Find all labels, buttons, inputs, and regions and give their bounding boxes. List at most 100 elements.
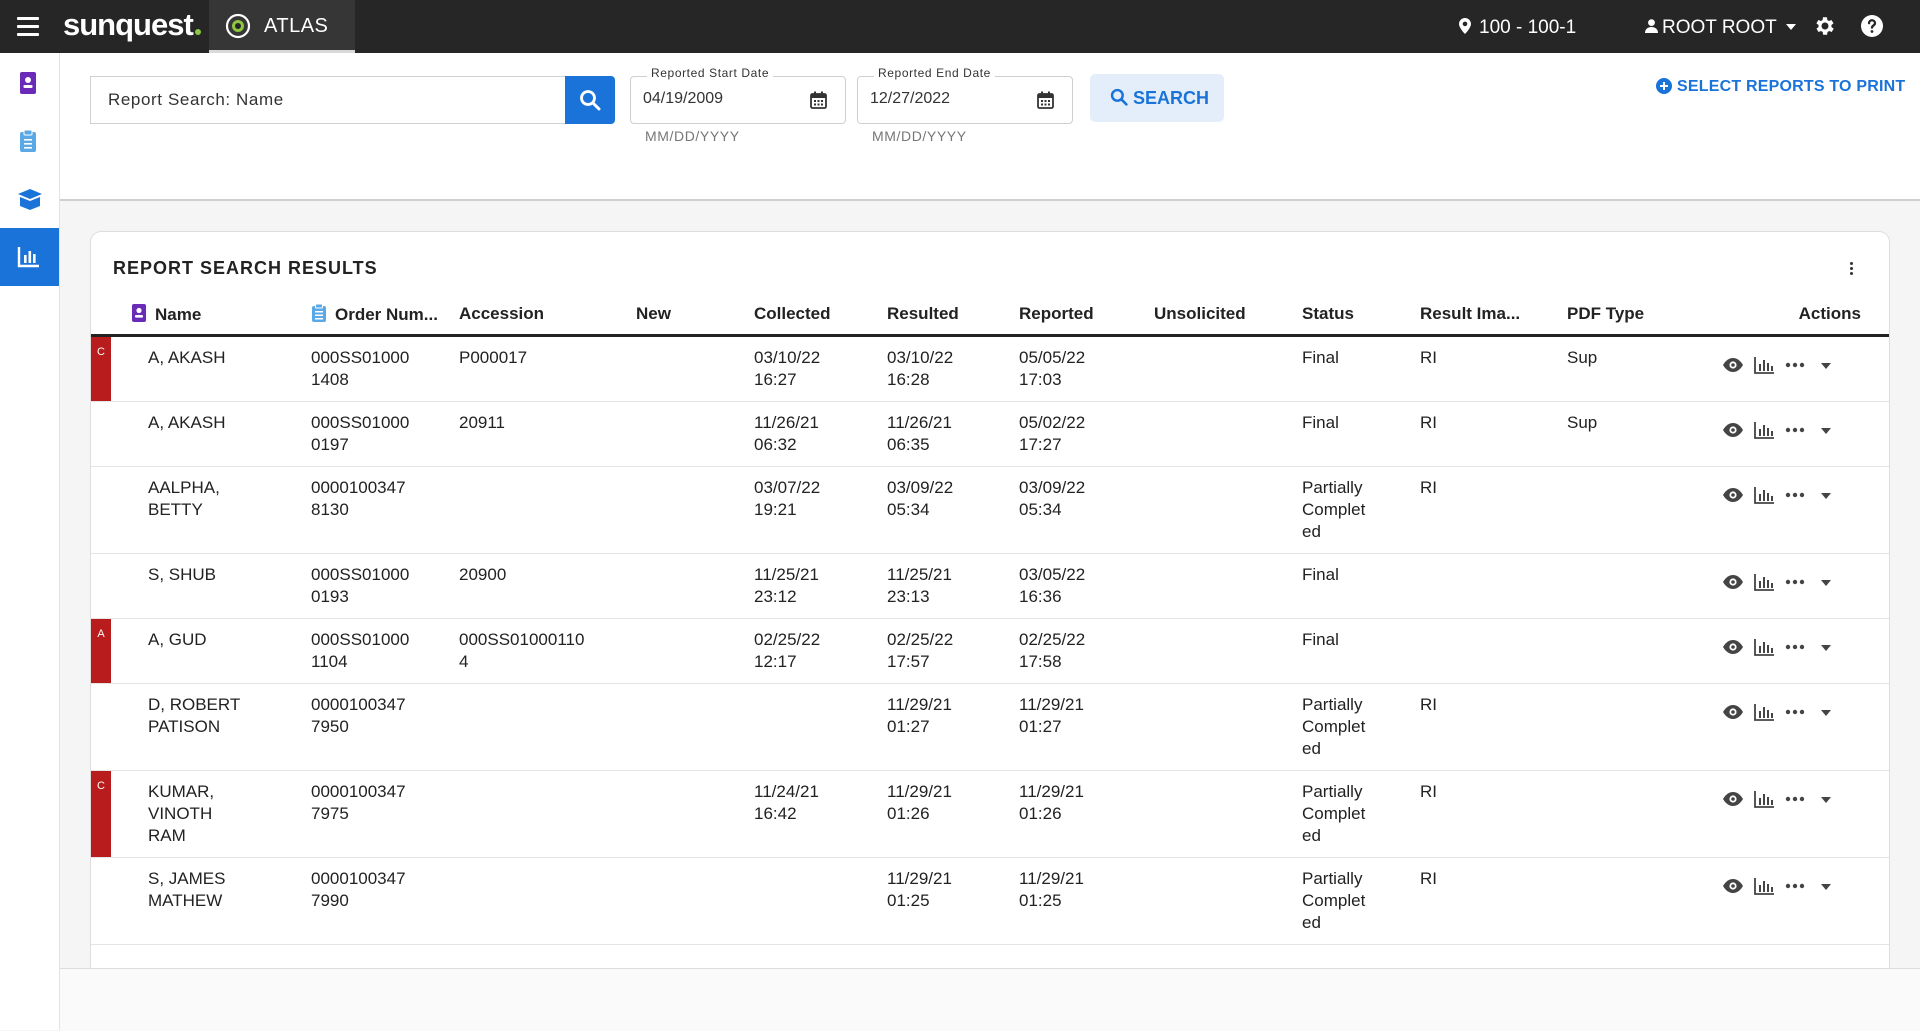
search-button[interactable]: SEARCH (1090, 74, 1224, 122)
patient-name-cell: S, JAMES MATHEW (111, 857, 311, 945)
nav-specimens[interactable] (0, 170, 59, 228)
caret-down-icon[interactable] (1815, 486, 1837, 504)
result-image-cell: RI (1420, 683, 1567, 771)
table-row[interactable]: A, AKASH 000SS01000 0197 20911 11/26/21 06:… (91, 401, 1889, 467)
bar-chart-icon[interactable] (1753, 877, 1775, 895)
row-actions-cell (1704, 683, 1889, 771)
column-header-pdf-type[interactable]: PDF Type (1567, 294, 1704, 337)
accession-cell: 20911 (459, 401, 636, 467)
eye-icon[interactable] (1722, 877, 1744, 895)
caret-down-icon[interactable] (1815, 421, 1837, 439)
bar-chart-icon[interactable] (1753, 638, 1775, 656)
location-label: 100 - 100-1 (1479, 17, 1577, 38)
start-date-input[interactable] (641, 89, 795, 109)
caret-down-icon[interactable] (1815, 877, 1837, 895)
table-row[interactable]: S, SHUB 000SS01000 0193 20900 11/25/21 23:1… (91, 553, 1889, 619)
eye-icon[interactable] (1722, 573, 1744, 591)
more-horizontal-icon[interactable] (1784, 486, 1806, 504)
tab-atlas[interactable]: ATLAS (209, 0, 355, 53)
more-horizontal-icon[interactable] (1784, 421, 1806, 439)
column-header-label: Name (155, 305, 202, 324)
column-header-collected[interactable]: Collected (754, 294, 887, 337)
nav-orders[interactable] (0, 112, 59, 170)
user-menu[interactable]: ROOT ROOT (1645, 17, 1796, 39)
more-vertical-icon[interactable] (1847, 260, 1855, 280)
eye-icon[interactable] (1722, 703, 1744, 721)
column-header-accession[interactable]: Accession (459, 294, 636, 337)
more-horizontal-icon[interactable] (1784, 356, 1806, 374)
gear-icon[interactable] (1812, 14, 1836, 38)
caret-down-icon[interactable] (1815, 356, 1837, 374)
resulted-cell: 11/29/21 01:27 (887, 683, 1019, 771)
column-header-reported[interactable]: Reported (1019, 294, 1154, 337)
caret-down-icon[interactable] (1815, 790, 1837, 808)
bar-chart-icon[interactable] (1753, 486, 1775, 504)
reports-chart-icon (17, 247, 39, 268)
eye-icon[interactable] (1722, 638, 1744, 656)
location-selector[interactable]: 100 - 100-1 (1459, 17, 1576, 39)
patient-name-cell: A, AKASH (111, 401, 311, 467)
calendar-icon[interactable] (810, 91, 827, 109)
row-flag-badge: C (91, 337, 111, 401)
search-submit-button[interactable] (565, 76, 615, 124)
table-row[interactable]: AALPHA, BETTY 0000100347 8130 03/07/22 19:… (91, 466, 1889, 554)
bar-chart-icon[interactable] (1753, 356, 1775, 374)
hamburger-menu-icon[interactable] (17, 17, 39, 37)
select-reports-to-print-link[interactable]: SELECT REPORTS TO PRINT (1656, 78, 1905, 96)
order-number-cell: 0000100347 7975 (311, 770, 459, 858)
column-header-result-image[interactable]: Result Ima... (1420, 294, 1567, 337)
column-header-order[interactable]: Order Num... (311, 294, 459, 337)
caret-down-icon[interactable] (1815, 703, 1837, 721)
reported-cell: 03/05/22 16:36 (1019, 553, 1154, 619)
unsolicited-cell (1154, 401, 1302, 467)
eye-icon[interactable] (1722, 486, 1744, 504)
pdf-type-cell: Sup (1567, 335, 1704, 402)
calendar-icon[interactable] (1037, 91, 1054, 109)
column-header-status[interactable]: Status (1302, 294, 1420, 337)
table-row[interactable]: A A, GUD 000SS01000 1104 000SS01000110 4 02/… (91, 618, 1889, 684)
table-row[interactable]: C A, AKASH 000SS01000 1408 P000017 03/10/22 … (91, 335, 1889, 402)
table-row[interactable]: C KUMAR, VINOTH RAM 0000100347 7975 11/24/2… (91, 770, 1889, 858)
unsolicited-cell (1154, 857, 1302, 945)
resulted-cell: 11/25/21 23:13 (887, 553, 1019, 619)
end-date-input[interactable] (868, 89, 1022, 109)
bar-chart-icon[interactable] (1753, 790, 1775, 808)
resulted-cell: 11/29/21 01:26 (887, 770, 1019, 858)
eye-icon[interactable] (1722, 421, 1744, 439)
help-icon[interactable] (1860, 14, 1884, 38)
nav-reports[interactable] (0, 228, 59, 286)
eye-icon[interactable] (1722, 790, 1744, 808)
bar-chart-icon[interactable] (1753, 703, 1775, 721)
caret-down-icon[interactable] (1815, 573, 1837, 591)
report-search-input[interactable] (91, 77, 550, 123)
table-row[interactable]: S, JAMES MATHEW 0000100347 7990 11/29/21 0… (91, 857, 1889, 945)
bar-chart-icon[interactable] (1753, 421, 1775, 439)
accession-cell (459, 770, 636, 858)
bar-chart-icon[interactable] (1753, 573, 1775, 591)
pdf-type-cell (1567, 857, 1704, 945)
new-cell (636, 335, 754, 402)
order-number-cell: 000SS01000 1104 (311, 618, 459, 684)
more-horizontal-icon[interactable] (1784, 703, 1806, 721)
nav-patient[interactable] (0, 54, 59, 112)
column-header-unsolicited[interactable]: Unsolicited (1154, 294, 1302, 337)
new-cell (636, 770, 754, 858)
table-header: Name Order Num... Accession New Collecte… (91, 294, 1889, 337)
eye-icon[interactable] (1722, 356, 1744, 374)
more-horizontal-icon[interactable] (1784, 877, 1806, 895)
collected-cell: 11/25/21 23:12 (754, 553, 887, 619)
more-horizontal-icon[interactable] (1784, 573, 1806, 591)
column-header-resulted[interactable]: Resulted (887, 294, 1019, 337)
more-horizontal-icon[interactable] (1784, 638, 1806, 656)
column-header-new[interactable]: New (636, 294, 754, 337)
order-number-cell: 000SS01000 0197 (311, 401, 459, 467)
row-actions-cell (1704, 618, 1889, 684)
more-horizontal-icon[interactable] (1784, 790, 1806, 808)
accession-cell: 000SS01000110 4 (459, 618, 636, 684)
table-row[interactable]: D, ROBERT PATISON 0000100347 7950 11/29/21… (91, 683, 1889, 771)
column-header-name[interactable]: Name (111, 294, 311, 337)
start-date-label: Reported Start Date (647, 66, 774, 80)
status-cell: Partially Complet ed (1302, 857, 1420, 945)
caret-down-icon[interactable] (1815, 638, 1837, 656)
collected-cell: 03/10/22 16:27 (754, 335, 887, 402)
